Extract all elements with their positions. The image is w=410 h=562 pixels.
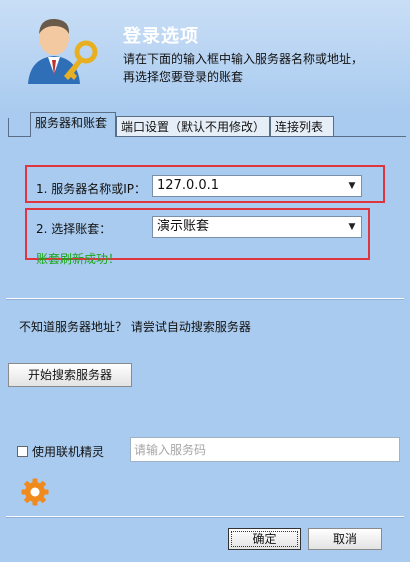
dialog-title: 登录选项 [123,26,199,47]
account-value: 演示账套 [157,219,210,234]
service-code-input[interactable] [130,437,400,462]
remote-assist-checkbox[interactable] [17,446,28,457]
gear-icon[interactable] [20,477,50,507]
dialog-description: 请在下面的输入框中输入服务器名称或地址， 再选择您要登录的账套 [123,50,363,86]
tab-server-account[interactable]: 服务器和账套 [30,112,116,137]
server-label: 1. 服务器名称或IP： [36,182,147,196]
ok-button[interactable]: 确定 [228,528,301,550]
chevron-down-icon[interactable]: ▼ [343,217,361,237]
server-value: 127.0.0.1 [157,178,220,193]
start-search-button[interactable]: 开始搜索服务器 [8,363,132,387]
search-hint: 不知道服务器地址？ 请尝试自动搜索服务器 [19,320,251,334]
footer-divider [6,516,404,517]
remote-assist-label: 使用联机精灵 [32,445,105,459]
cancel-button[interactable]: 取消 [308,528,382,550]
account-combobox[interactable]: 演示账套 ▼ [152,216,362,238]
account-label: 2. 选择账套： [36,222,112,236]
status-message: 账套刷新成功！ [36,252,121,266]
user-key-icon [28,18,98,84]
divider [6,298,404,299]
header-banner: 登录选项 请在下面的输入框中输入服务器名称或地址， 再选择您要登录的账套 [0,0,410,112]
tab-port-settings[interactable]: 端口设置（默认不用修改） [116,116,270,136]
tab-strip-edge [8,118,9,136]
description-line-2: 再选择您要登录的账套 [123,70,244,84]
chevron-down-icon[interactable]: ▼ [343,176,361,196]
description-line-1: 请在下面的输入框中输入服务器名称或地址， [123,52,364,66]
tab-connection-list[interactable]: 连接列表 [270,116,334,136]
server-combobox[interactable]: 127.0.0.1 ▼ [152,175,362,197]
